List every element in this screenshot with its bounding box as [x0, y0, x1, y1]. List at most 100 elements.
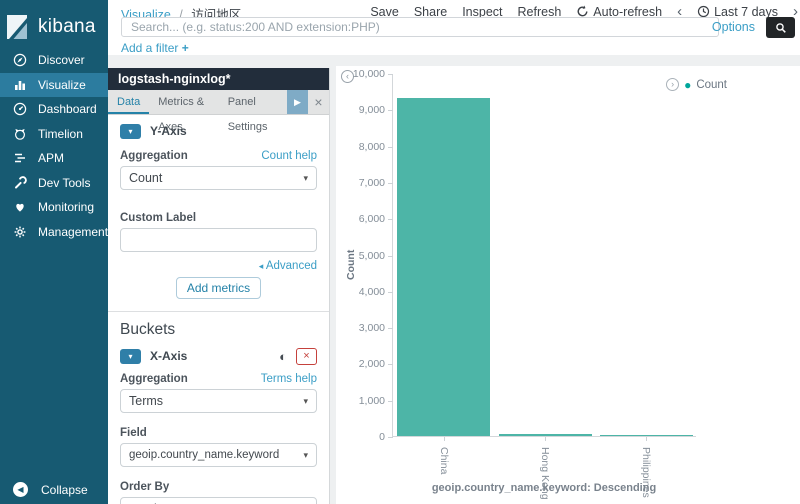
sidebar-item-label: Visualize: [38, 78, 86, 92]
y-axis-label: Y-Axis: [150, 124, 187, 138]
kibana-logo-icon: [4, 14, 30, 40]
visualization-chart-panel: ‹ › ● Count Count 01,0002,0003,0004,0005…: [336, 66, 800, 504]
advanced-label: Advanced: [266, 260, 317, 272]
top-navigation-bar: Visualize / 访问地区 SaveShareInspectRefresh…: [108, 0, 800, 40]
legend-series-label[interactable]: Count: [696, 79, 727, 91]
y-axis-tick-label: 8,000: [359, 141, 385, 153]
close-icon: ×: [314, 94, 322, 110]
chevron-down-icon: ▾: [303, 173, 308, 184]
chevron-down-icon: ▾: [128, 127, 132, 136]
kibana-logo[interactable]: kibana: [0, 0, 108, 44]
aggregation-label: Aggregation: [120, 373, 188, 385]
tab-data[interactable]: Data: [108, 90, 149, 114]
y-axis-tick-label: 9,000: [359, 104, 385, 116]
apply-changes-button[interactable]: ▶: [287, 90, 308, 114]
chevron-down-icon: ▾: [128, 352, 132, 361]
discard-changes-button[interactable]: ×: [308, 90, 329, 114]
chevron-down-icon: ▾: [303, 450, 308, 461]
add-metrics-button[interactable]: Add metrics: [176, 277, 261, 299]
search-options-link[interactable]: Options: [712, 20, 755, 34]
editor-tabs: DataMetrics & AxesPanel Settings ▶ ×: [108, 90, 329, 115]
y-axis-tick-label: 0: [379, 431, 385, 443]
bar-hong-kong[interactable]: [499, 434, 592, 436]
remove-x-icon: ×: [303, 351, 309, 362]
count-help-link[interactable]: Count help: [261, 150, 317, 162]
disable-bucket-toggle[interactable]: ◐: [279, 350, 287, 363]
sidebar-item-label: Dashboard: [38, 102, 97, 116]
tab-metrics-axes[interactable]: Metrics & Axes: [149, 90, 218, 114]
x-axis-label: X-Axis: [150, 349, 187, 363]
visualization-editor-panel: logstash-nginxlog* DataMetrics & AxesPan…: [108, 68, 330, 504]
custom-label-input[interactable]: [120, 228, 317, 252]
order-by-select[interactable]: metric: Count ▴▾: [120, 497, 317, 504]
y-axis-tick-mark: [388, 256, 393, 257]
y-axis-tick-mark: [388, 437, 393, 438]
x-axis-category-label: Philippines: [652, 445, 703, 459]
sidebar-collapse-button[interactable]: ◀ Collapse: [13, 482, 88, 497]
aggregation-label: Aggregation: [120, 150, 188, 162]
add-filter-button[interactable]: Add a filter +: [121, 41, 189, 55]
sidebar-item-apm[interactable]: APM: [0, 146, 108, 171]
collapse-arrow-icon: ◀: [13, 482, 28, 497]
bucket-x-axis-row: ▾ X-Axis ◐ ×: [120, 347, 317, 365]
bucket-aggregation-select[interactable]: Terms ▾: [120, 389, 317, 413]
plus-icon: +: [182, 41, 189, 55]
app-sidebar: kibana Discover Visualize Dashboard Timelio…: [0, 0, 108, 504]
y-axis-tick-label: 2,000: [359, 358, 385, 370]
y-axis-tick-mark: [388, 401, 393, 402]
sidebar-item-visualize[interactable]: Visualize: [0, 73, 108, 98]
x-axis-category-label: Hong Kong: [551, 445, 604, 459]
terms-help-link[interactable]: Terms help: [261, 373, 317, 385]
x-axis-tick-mark: [545, 437, 546, 441]
y-axis-collapse-button[interactable]: ▾: [120, 124, 141, 139]
sidebar-item-label: Discover: [38, 53, 85, 67]
y-axis-tick-mark: [388, 219, 393, 220]
x-axis-tick-mark: [646, 437, 647, 441]
advanced-arrow-icon: ◂: [259, 261, 264, 271]
bar-chart-icon: [13, 78, 27, 92]
metric-aggregation-value: Count: [129, 171, 303, 185]
y-axis-tick-label: 1,000: [359, 395, 385, 407]
field-row: Field: [120, 427, 317, 439]
field-select[interactable]: geoip.country_name.keyword ▾: [120, 443, 317, 467]
y-axis-tick-label: 5,000: [359, 250, 385, 262]
bucket-aggregation-row: Aggregation Terms help: [120, 373, 317, 385]
search-icon: [775, 22, 787, 34]
bucket-aggregation-value: Terms: [129, 394, 303, 408]
bar-china[interactable]: [397, 98, 490, 436]
index-pattern-header: logstash-nginxlog*: [108, 68, 329, 90]
add-filter-label: Add a filter: [121, 41, 178, 55]
y-axis-tick-label: 6,000: [359, 213, 385, 225]
y-axis-tick-label: 4,000: [359, 286, 385, 298]
custom-label-row: Custom Label: [120, 212, 317, 224]
y-axis-tick-label: 10,000: [353, 68, 385, 80]
kibana-logo-text: kibana: [38, 16, 96, 38]
sidebar-item-dev-tools[interactable]: Dev Tools: [0, 171, 108, 196]
metric-aggregation-row: Aggregation Count help: [120, 150, 317, 162]
chevron-down-icon: ▾: [303, 396, 308, 407]
dashboard-icon: [13, 102, 27, 116]
search-input[interactable]: [121, 17, 719, 37]
tab-panel-settings[interactable]: Panel Settings: [219, 90, 287, 114]
y-axis-tick-label: 7,000: [359, 177, 385, 189]
advanced-toggle-link[interactable]: ◂ Advanced: [120, 260, 317, 272]
sidebar-item-management[interactable]: Management: [0, 220, 108, 245]
sidebar-item-label: Dev Tools: [38, 176, 90, 190]
sidebar-item-dashboard[interactable]: Dashboard: [0, 97, 108, 122]
sidebar-item-timelion[interactable]: Timelion: [0, 122, 108, 147]
bar-philippines[interactable]: [600, 435, 693, 436]
search-bar: Options: [121, 17, 800, 38]
order-by-label: Order By: [120, 481, 169, 493]
remove-bucket-button[interactable]: ×: [296, 348, 317, 365]
sidebar-item-discover[interactable]: Discover: [0, 48, 108, 73]
metric-y-axis-row: ▾ Y-Axis: [120, 122, 317, 140]
sidebar-item-monitoring[interactable]: Monitoring: [0, 195, 108, 220]
x-axis-collapse-button[interactable]: ▾: [120, 349, 141, 364]
custom-label-label: Custom Label: [120, 212, 196, 224]
sidebar-item-label: Timelion: [38, 127, 83, 141]
x-axis-category-label: China: [450, 445, 477, 459]
heartbeat-icon: [13, 200, 27, 214]
metric-aggregation-select[interactable]: Count ▾: [120, 166, 317, 190]
timelion-icon: [13, 127, 27, 141]
search-submit-button[interactable]: [766, 17, 795, 38]
